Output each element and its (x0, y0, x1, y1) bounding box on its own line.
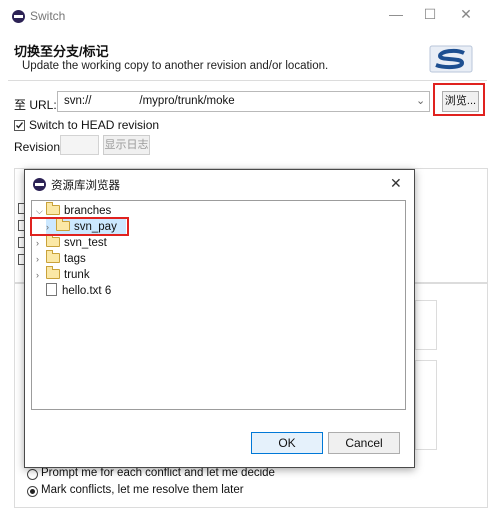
svn-banner-icon (429, 45, 473, 73)
wizard-header: 切换至分支/标记 Update the working copy to anot… (8, 32, 487, 81)
group-box-fragment (415, 300, 437, 350)
chevron-down-icon[interactable]: ⌄ (416, 94, 425, 107)
switch-head-checkbox[interactable] (14, 120, 25, 131)
tree-item-hello-txt[interactable]: hello.txt 6 (46, 283, 111, 299)
chevron-right-icon[interactable]: › (36, 235, 46, 251)
title-bar: Switch — ☐ ✕ (0, 0, 495, 32)
tree-item-label: branches (64, 205, 112, 217)
tree-item-tags[interactable]: › tags (36, 250, 86, 267)
browse-button[interactable]: 浏览... (442, 91, 479, 112)
tree-item-label: tags (64, 253, 86, 265)
dialog-title-bar: 资源库浏览器 ✕ (25, 170, 414, 198)
group-box-fragment (415, 360, 437, 450)
svn-pay-highlight (30, 217, 129, 236)
mark-conflict-radio[interactable] (27, 486, 38, 497)
maximize-button[interactable]: ☐ (416, 4, 444, 24)
url-field[interactable]: svn:// /mypro/trunk/moke ⌄ (57, 91, 430, 112)
dialog-title: 资源库浏览器 (51, 180, 120, 192)
show-log-button[interactable]: 显示日志 (103, 135, 150, 155)
file-icon (46, 283, 57, 296)
switch-head-label: Switch to HEAD revision (29, 118, 160, 132)
tree-item-label: hello.txt 6 (62, 285, 112, 297)
close-button[interactable]: ✕ (452, 4, 480, 24)
page-title: 切换至分支/标记 (14, 44, 109, 59)
ok-button[interactable]: OK (251, 432, 323, 454)
folder-icon (46, 266, 60, 279)
folder-icon (46, 234, 60, 247)
folder-icon (46, 250, 60, 263)
window-title: Switch (30, 9, 66, 23)
chevron-right-icon[interactable]: › (36, 251, 46, 267)
eclipse-icon (33, 178, 46, 191)
cancel-button[interactable]: Cancel (328, 432, 400, 454)
url-label: 至 URL: (14, 98, 57, 112)
prompt-conflict-label: Prompt me for each conflict and let me d… (41, 467, 275, 479)
eclipse-icon (12, 10, 25, 23)
chevron-right-icon[interactable]: › (36, 267, 46, 283)
revision-field[interactable] (60, 135, 99, 155)
minimize-button[interactable]: — (382, 4, 410, 24)
folder-icon (46, 202, 60, 215)
repo-browser-dialog: 资源库浏览器 ✕ ⌵ branches › svn_pay › svn_test › t… (24, 169, 415, 468)
tree-item-label: svn_test (64, 237, 107, 249)
tree-item-label: trunk (64, 269, 90, 281)
url-value: svn:// /mypro/trunk/moke (64, 95, 235, 107)
mark-conflict-label: Mark conflicts, let me resolve them late… (41, 484, 244, 496)
page-description: Update the working copy to another revis… (22, 60, 329, 72)
check-icon (16, 122, 24, 129)
prompt-conflict-radio[interactable] (27, 469, 38, 480)
repo-tree[interactable]: ⌵ branches › svn_pay › svn_test › tags › trun… (30, 200, 406, 410)
revision-label: Revision: (14, 140, 64, 154)
dialog-close-button[interactable]: ✕ (390, 175, 402, 192)
tree-item-trunk[interactable]: › trunk (36, 266, 90, 283)
tree-item-svn-test[interactable]: › svn_test (36, 234, 107, 251)
